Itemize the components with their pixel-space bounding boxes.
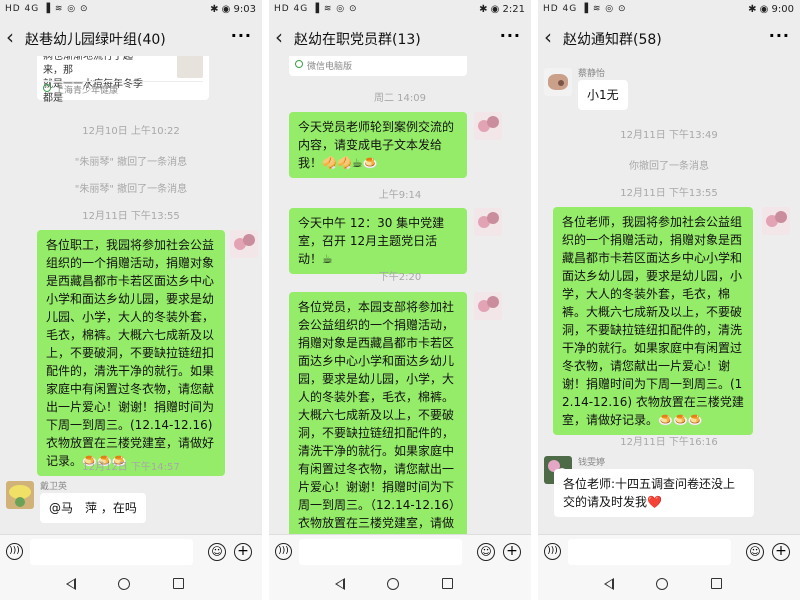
message-input[interactable] <box>299 539 462 565</box>
timestamp: 上午9:14 <box>378 190 422 201</box>
input-bar: ))) ☺ + <box>538 534 800 568</box>
status-right: ✱ ◉ 9:03 <box>210 4 256 15</box>
message-input[interactable] <box>568 539 731 565</box>
voice-icon[interactable]: ))) <box>6 543 23 560</box>
voice-icon[interactable]: ))) <box>544 543 561 560</box>
message-list[interactable]: 病也渐渐地流行了起来，那 就是一一水痘每年冬季都是 上海青少年健康 12月10日… <box>0 56 262 534</box>
system-nav-bar <box>0 568 262 600</box>
system-nav-bar <box>538 568 800 600</box>
status-left: HD 4G ▐ ≋ ◎ ⊙ <box>274 4 358 14</box>
timestamp: 12月11日 下午13:55 <box>620 188 718 199</box>
plus-icon[interactable]: + <box>234 543 252 561</box>
message-bubble-other[interactable]: @马 萍 ，在吗 <box>40 493 146 523</box>
more-icon[interactable]: ··· <box>231 26 252 45</box>
plus-icon[interactable]: + <box>772 543 790 561</box>
message-bubble-self[interactable]: 各位职工，我园将参加社会公益组织的一个捐赠活动，捐赠对象是西藏昌都市卡若区面达乡… <box>37 230 225 476</box>
input-bar: ))) ☺ + <box>0 534 262 568</box>
timestamp: 12月11日 下午16:16 <box>620 437 718 448</box>
chat-screen-3: HD 4G ▐ ≋ ◎ ⊙ ✱ ◉ 9:00 ‹ 赵幼通知群(58) ··· 蔡… <box>538 0 800 600</box>
avatar[interactable] <box>544 68 572 96</box>
avatar[interactable] <box>230 230 258 258</box>
more-icon[interactable]: ··· <box>769 26 790 45</box>
card-divider <box>43 81 203 82</box>
message-bubble-self[interactable]: 今天中午 12：30 集中党建室，召开 12月主题党日活动！☕ <box>289 208 467 274</box>
status-bar: HD 4G ▐ ≋ ◎ ⊙ ✱ ◉ 2:21 <box>269 0 531 20</box>
shared-article-card[interactable]: 病也渐渐地流行了起来，那 就是一一水痘每年冬季都是 上海青少年健康 <box>37 56 209 104</box>
message-list[interactable]: 蔡静怡 小1无 12月11日 下午13:49 你撤回了一条消息 12月11日 下… <box>538 56 800 534</box>
source-icon <box>295 60 303 68</box>
card-source: 上海青少年健康 <box>55 86 119 96</box>
chat-title: 赵巷幼儿园绿叶组(40) <box>25 32 166 48</box>
chat-title: 赵幼在职党员群(13) <box>294 32 421 48</box>
recall-notice: "朱丽琴" 撤回了一条消息 <box>74 157 188 168</box>
nav-back-icon[interactable] <box>66 578 76 590</box>
message-bubble-self[interactable]: 各位老师，我园将参加社会公益组织的一个捐赠活动，捐赠对象是西藏昌都市卡若区面达乡… <box>553 207 753 435</box>
timestamp: 12月11日 下午13:55 <box>82 211 180 222</box>
nav-back-icon[interactable] <box>335 578 345 590</box>
avatar[interactable] <box>474 208 502 236</box>
avatar[interactable] <box>474 292 502 320</box>
recall-notice: 你撤回了一条消息 <box>629 161 709 172</box>
status-left: HD 4G ▐ ≋ ◎ ⊙ <box>5 4 89 14</box>
nav-recent-icon[interactable] <box>173 578 184 589</box>
sender-name: 钱雯婷 <box>578 458 606 468</box>
status-right: ✱ ◉ 2:21 <box>479 4 525 15</box>
chat-header: ‹ 赵幼在职党员群(13) ··· <box>269 20 531 56</box>
nav-home-icon[interactable] <box>387 578 399 590</box>
emoji-icon[interactable]: ☺ <box>746 543 764 561</box>
status-bar: HD 4G ▐ ≋ ◎ ⊙ ✱ ◉ 9:03 <box>0 0 262 20</box>
input-bar: ))) ☺ + <box>269 534 531 568</box>
chat-title: 赵幼通知群(58) <box>563 32 662 48</box>
card-thumbnail <box>177 56 203 78</box>
timestamp: 12月12日 下午14:57 <box>82 462 180 473</box>
message-bubble-self[interactable]: 各位党员，本园支部将参加社会公益组织的一个捐赠活动，捐赠对象是西藏昌都市卡若区面… <box>289 292 467 534</box>
timestamp: 12月11日 下午13:49 <box>620 130 718 141</box>
shared-file-card[interactable]: 微信电脑版 <box>289 56 467 76</box>
avatar[interactable] <box>474 112 502 140</box>
plus-icon[interactable]: + <box>503 543 521 561</box>
nav-recent-icon[interactable] <box>711 578 722 589</box>
chat-screen-2: HD 4G ▐ ≋ ◎ ⊙ ✱ ◉ 2:21 ‹ 赵幼在职党员群(13) ···… <box>269 0 531 600</box>
timestamp: 下午2:20 <box>378 272 422 283</box>
status-bar: HD 4G ▐ ≋ ◎ ⊙ ✱ ◉ 9:00 <box>538 0 800 20</box>
message-bubble-other[interactable]: 各位老师:十四五调查问卷还没上交的请及时发我❤️ <box>554 469 754 517</box>
chat-header: ‹ 赵幼通知群(58) ··· <box>538 20 800 56</box>
nav-recent-icon[interactable] <box>442 578 453 589</box>
source-icon <box>43 84 51 92</box>
timestamp: 12月10日 上午10:22 <box>82 126 180 137</box>
emoji-icon[interactable]: ☺ <box>208 543 226 561</box>
more-icon[interactable]: ··· <box>500 26 521 45</box>
nav-back-icon[interactable] <box>604 578 614 590</box>
chat-header: ‹ 赵巷幼儿园绿叶组(40) ··· <box>0 20 262 56</box>
timestamp: 周二 14:09 <box>374 93 426 104</box>
message-list[interactable]: 微信电脑版 周二 14:09 今天党员老师轮到案例交流的内容，请变成电子文本发给… <box>269 56 531 534</box>
back-icon[interactable]: ‹ <box>544 26 552 48</box>
back-icon[interactable]: ‹ <box>6 26 14 48</box>
chat-screen-1: HD 4G ▐ ≋ ◎ ⊙ ✱ ◉ 9:03 ‹ 赵巷幼儿园绿叶组(40) ··… <box>0 0 262 600</box>
message-bubble-self[interactable]: 今天党员老师轮到案例交流的内容，请变成电子文本发给我！🥠🥠☕🍮 <box>289 112 467 178</box>
sender-name: 蔡静怡 <box>578 69 606 79</box>
avatar[interactable] <box>6 481 34 509</box>
avatar[interactable] <box>762 207 790 235</box>
nav-home-icon[interactable] <box>118 578 130 590</box>
voice-icon[interactable]: ))) <box>275 543 292 560</box>
message-bubble-other[interactable]: 小1无 <box>578 80 628 110</box>
nav-home-icon[interactable] <box>656 578 668 590</box>
emoji-icon[interactable]: ☺ <box>477 543 495 561</box>
card-source: 微信电脑版 <box>307 62 353 72</box>
status-right: ✱ ◉ 9:00 <box>748 4 794 15</box>
card-text-line: 病也渐渐地流行了起来，那 <box>43 56 133 76</box>
back-icon[interactable]: ‹ <box>275 26 283 48</box>
system-nav-bar <box>269 568 531 600</box>
sender-name: 戴卫英 <box>40 482 68 492</box>
status-left: HD 4G ▐ ≋ ◎ ⊙ <box>543 4 627 14</box>
recall-notice: "朱丽琴" 撤回了一条消息 <box>74 184 188 195</box>
message-input[interactable] <box>30 539 193 565</box>
